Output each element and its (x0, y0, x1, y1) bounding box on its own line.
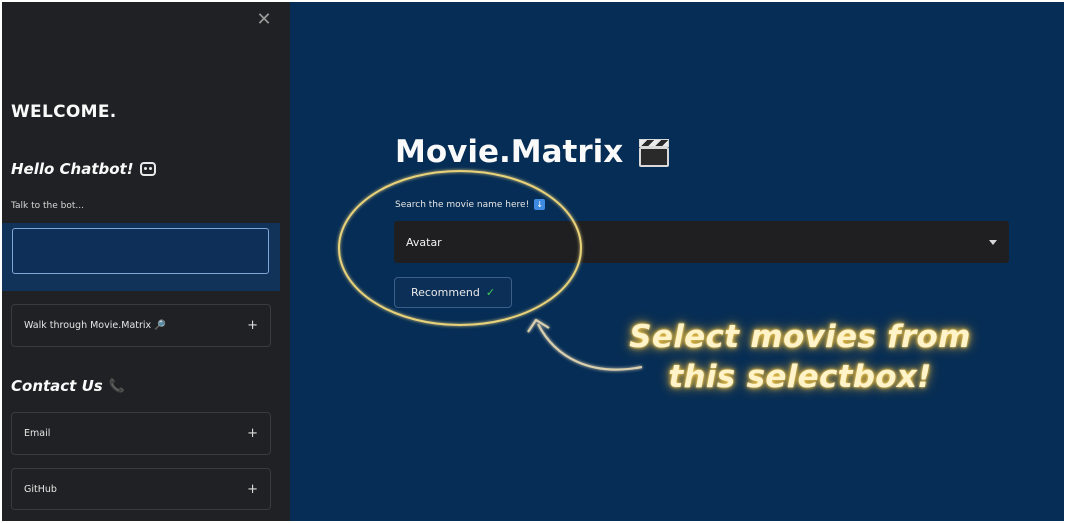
arrowhead-icon (527, 318, 550, 333)
clapperboard-icon (637, 137, 671, 167)
annotation-text: Select movies from this selectbox! (620, 317, 980, 397)
chat-input-container (2, 223, 280, 291)
github-expander-label: GitHub (24, 483, 57, 495)
page-title: Movie.Matrix (395, 134, 671, 170)
walkthrough-expander[interactable]: Walk through Movie.Matrix 🔎 + (11, 304, 271, 347)
welcome-heading: WELCOME. (11, 102, 117, 122)
check-icon: ✓ (485, 286, 496, 299)
selected-movie: Avatar (406, 235, 442, 249)
sidebar: ✕ WELCOME. Hello Chatbot! Talk to the bo… (2, 2, 290, 521)
recommend-button[interactable]: Recommend ✓ (394, 277, 512, 308)
main-content: Movie.Matrix Search the movie name here!… (290, 2, 1064, 521)
phone-icon: 📞 (108, 378, 125, 394)
movie-select-label-text: Search the movie name here! (395, 199, 530, 210)
chevron-down-icon (989, 239, 997, 245)
movie-selectbox[interactable]: Avatar (394, 221, 1009, 263)
page-title-text: Movie.Matrix (395, 134, 624, 170)
email-expander-label: Email (24, 428, 51, 439)
github-expander[interactable]: GitHub + (11, 468, 271, 510)
chat-input-label: Talk to the bot... (11, 201, 84, 211)
app-window: ✕ WELCOME. Hello Chatbot! Talk to the bo… (2, 2, 1064, 521)
contact-heading: Contact Us 📞 (11, 377, 125, 395)
movie-select-label: Search the movie name here! ↓ (395, 199, 546, 210)
walkthrough-expander-label: Walk through Movie.Matrix 🔎 (24, 320, 167, 331)
close-icon[interactable]: ✕ (253, 9, 275, 31)
recommend-button-label: Recommend (410, 286, 480, 299)
plus-icon: + (247, 481, 258, 497)
chatbot-heading-text: Hello Chatbot! (11, 160, 134, 178)
annotation-line-2: this selectbox! (668, 359, 932, 395)
down-arrow-icon: ↓ (534, 199, 546, 210)
email-expander[interactable]: Email + (11, 412, 271, 455)
chat-input[interactable] (12, 228, 269, 274)
plus-icon: + (247, 318, 258, 333)
robot-icon (139, 162, 156, 176)
plus-icon: + (247, 426, 258, 441)
contact-heading-text: Contact Us (11, 377, 103, 395)
annotation-line-1: Select movies from (629, 319, 971, 355)
chatbot-heading: Hello Chatbot! (11, 160, 156, 178)
